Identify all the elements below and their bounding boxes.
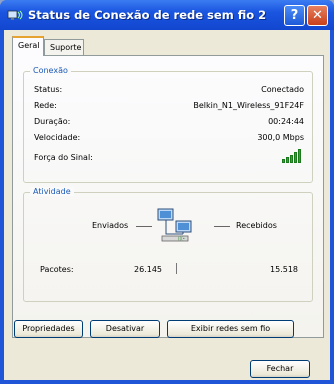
network-row: Rede: Belkin_N1_Wireless_91F24F	[34, 101, 304, 113]
svg-text:(((•: (((•	[178, 236, 185, 241]
connection-group-label: Conexão	[30, 66, 71, 75]
show-wireless-networks-button[interactable]: Exibir redes sem fio	[167, 320, 294, 338]
received-label: Recebidos	[236, 221, 277, 230]
tab-panel-geral: Conexão Status: Conectado Rede: Belkin_N…	[12, 55, 324, 338]
dialog-client-area: Geral Suporte Conexão Status: Conectado …	[4, 30, 330, 380]
tab-geral[interactable]: Geral	[12, 36, 44, 56]
speed-label: Velocidade:	[34, 133, 81, 142]
network-value: Belkin_N1_Wireless_91F24F	[193, 101, 304, 110]
status-row: Status: Conectado	[34, 85, 304, 97]
packets-sent-value: 26.145	[134, 265, 162, 274]
status-label: Status:	[34, 85, 63, 94]
dialog-window: Status de Conexão de rede sem fio 2 ? ✕ …	[0, 0, 334, 384]
speed-row: Velocidade: 300,0 Mbps	[34, 133, 304, 145]
title-bar[interactable]: Status de Conexão de rede sem fio 2 ? ✕	[0, 0, 334, 30]
close-button[interactable]: Fechar	[250, 360, 310, 378]
signal-strength-icon	[282, 149, 304, 163]
activity-group: Atividade Enviados (((• Recebidos Pacote…	[23, 187, 313, 302]
sent-label: Enviados	[92, 221, 129, 230]
duration-label: Duração:	[34, 117, 71, 126]
received-line	[214, 226, 230, 227]
packets-received-value: 15.518	[270, 265, 298, 274]
packets-separator	[176, 263, 177, 274]
close-icon[interactable]: ✕	[307, 5, 328, 26]
connection-group: Conexão Status: Conectado Rede: Belkin_N…	[23, 66, 313, 183]
packets-label: Pacotes:	[40, 265, 74, 274]
signal-label: Força do Sinal:	[34, 153, 93, 162]
sent-line	[136, 226, 152, 227]
help-button[interactable]: ?	[284, 5, 305, 26]
tab-suporte[interactable]: Suporte	[44, 39, 84, 55]
wireless-connection-icon	[7, 10, 23, 20]
duration-value: 00:24:44	[268, 117, 304, 126]
disable-button[interactable]: Desativar	[90, 320, 160, 338]
window-title: Status de Conexão de rede sem fio 2	[28, 8, 267, 22]
properties-button[interactable]: Propriedades	[14, 320, 83, 338]
network-activity-icon: (((•	[157, 208, 192, 242]
speed-value: 300,0 Mbps	[257, 133, 304, 142]
network-label: Rede:	[34, 101, 57, 110]
activity-group-label: Atividade	[30, 187, 74, 196]
duration-row: Duração: 00:24:44	[34, 117, 304, 129]
status-value: Conectado	[261, 85, 304, 94]
signal-row: Força do Sinal:	[34, 149, 304, 165]
